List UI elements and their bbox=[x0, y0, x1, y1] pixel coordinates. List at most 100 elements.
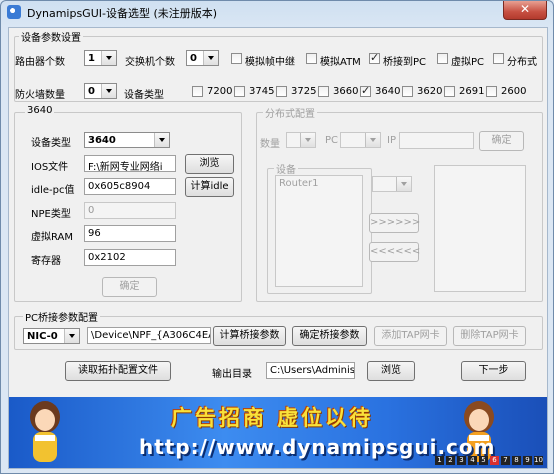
virtual-pc-checkbox[interactable] bbox=[437, 53, 448, 64]
dist-target-select[interactable] bbox=[372, 176, 412, 192]
banner-page-3[interactable]: 3 bbox=[457, 456, 466, 465]
read-topology-button[interactable]: 读取拓扑配置文件 bbox=[65, 361, 171, 381]
distributed-checkbox[interactable] bbox=[493, 53, 504, 64]
ad-banner[interactable]: 广告招商 虚位以待 http://www.dynamipsgui.com 123… bbox=[9, 397, 547, 468]
virtual-pc-label: 虚拟PC bbox=[451, 57, 485, 68]
ram-field[interactable]: 96 bbox=[84, 225, 176, 242]
chevron-down-icon bbox=[64, 329, 79, 343]
output-browse-button[interactable]: 浏览 bbox=[367, 361, 415, 381]
bridge-pc-checkbox[interactable] bbox=[369, 51, 380, 64]
banner-page-2[interactable]: 2 bbox=[446, 456, 455, 465]
device-model-select[interactable]: 3640 bbox=[84, 132, 170, 148]
chevron-down-icon bbox=[203, 51, 218, 65]
device-type-checkbox-3745[interactable] bbox=[234, 86, 245, 97]
dist-pc-label: PC bbox=[325, 135, 339, 146]
bridge-pc-label: 桥接到PC bbox=[383, 57, 427, 68]
chevron-down-icon bbox=[101, 84, 116, 98]
device-params-title: 设备参数设置 bbox=[19, 29, 83, 44]
banner-page-4[interactable]: 4 bbox=[468, 456, 477, 465]
device-model-value: 3640 bbox=[88, 135, 116, 146]
register-field[interactable]: 0x2102 bbox=[84, 249, 176, 266]
move-right-button[interactable]: >>>>>> bbox=[369, 213, 420, 233]
device-type-checkbox-3620[interactable] bbox=[402, 86, 413, 97]
banner-pager: 1 2 3 4 5 6 7 8 9 10 bbox=[435, 456, 543, 465]
chevron-down-icon bbox=[300, 133, 315, 147]
dist-count-label: 数量 bbox=[260, 139, 280, 150]
device-type-checkbox-3725[interactable] bbox=[276, 86, 287, 97]
ram-label: 虚拟RAM bbox=[31, 232, 74, 243]
switch-count-select[interactable]: 0 bbox=[186, 50, 219, 66]
npe-field[interactable]: 0 bbox=[84, 202, 176, 219]
switch-count-value: 0 bbox=[190, 53, 197, 64]
chevron-down-icon bbox=[365, 133, 380, 147]
atm-checkbox[interactable] bbox=[306, 53, 317, 64]
register-label: 寄存器 bbox=[31, 256, 61, 267]
panel-3640-ok-button[interactable]: 确定 bbox=[102, 277, 157, 297]
device-type-checkbox-3640[interactable] bbox=[360, 84, 371, 97]
nic-select[interactable]: NIC-0 bbox=[23, 328, 80, 344]
device-type-label-7200: 7200 bbox=[207, 86, 233, 97]
dist-ip-field[interactable] bbox=[399, 132, 474, 149]
banner-page-8[interactable]: 8 bbox=[512, 456, 521, 465]
dist-ok-button[interactable]: 确定 bbox=[479, 131, 524, 151]
switch-count-label: 交换机个数 bbox=[125, 57, 175, 68]
device-type-label-3745: 3745 bbox=[249, 86, 275, 97]
banner-page-9[interactable]: 9 bbox=[523, 456, 532, 465]
idlepc-field[interactable]: 0x605c8904 bbox=[84, 178, 176, 195]
left-girl-illustration bbox=[30, 401, 60, 462]
banner-page-10[interactable]: 10 bbox=[534, 456, 543, 465]
banner-page-6[interactable]: 6 bbox=[490, 456, 499, 465]
calc-bridge-button[interactable]: 计算桥接参数 bbox=[213, 326, 286, 346]
dist-count-select[interactable] bbox=[286, 132, 316, 148]
banner-page-5[interactable]: 5 bbox=[479, 456, 488, 465]
device-type-label: 设备类型 bbox=[124, 90, 164, 101]
dist-pc-select[interactable] bbox=[340, 132, 381, 148]
device-type-checkbox-7200[interactable] bbox=[192, 86, 203, 97]
dist-ip-label: IP bbox=[387, 135, 396, 146]
nic-value: NIC-0 bbox=[27, 331, 58, 342]
banner-page-1[interactable]: 1 bbox=[435, 456, 444, 465]
ios-browse-button[interactable]: 浏览 bbox=[185, 154, 234, 174]
frame-relay-label: 模拟帧中继 bbox=[245, 57, 295, 68]
chevron-down-icon bbox=[396, 177, 411, 191]
device-listbox[interactable]: Router1 bbox=[275, 175, 363, 287]
ios-field[interactable]: F:\新网专业网络i bbox=[84, 155, 176, 172]
title-bar: DynamipsGUI-设备选型 (未注册版本) ✕ bbox=[1, 1, 553, 25]
router-count-select[interactable]: 1 bbox=[84, 50, 117, 66]
device-list-item[interactable]: Router1 bbox=[279, 178, 319, 189]
calc-idle-button[interactable]: 计算idle bbox=[185, 177, 234, 197]
chevron-down-icon bbox=[154, 133, 169, 147]
app-icon bbox=[7, 5, 21, 19]
distributed-title: 分布式配置 bbox=[263, 105, 317, 120]
device-type-label-3640: 3640 bbox=[375, 86, 401, 97]
move-left-button[interactable]: <<<<<< bbox=[369, 242, 420, 262]
firewall-count-select[interactable]: 0 bbox=[84, 83, 117, 99]
delete-tap-button[interactable]: 删除TAP网卡 bbox=[453, 326, 526, 346]
next-button[interactable]: 下一步 bbox=[461, 361, 526, 381]
output-dir-field[interactable]: C:\Users\Administ bbox=[266, 362, 355, 379]
device-type-checkbox-2600[interactable] bbox=[486, 86, 497, 97]
device-type-label-3660: 3660 bbox=[333, 86, 359, 97]
device-type-checkbox-3660[interactable] bbox=[318, 86, 329, 97]
distributed-label: 分布式 bbox=[507, 57, 537, 68]
banner-page-7[interactable]: 7 bbox=[501, 456, 510, 465]
close-button[interactable]: ✕ bbox=[503, 1, 547, 20]
window-title: DynamipsGUI-设备选型 (未注册版本) bbox=[27, 7, 218, 20]
confirm-bridge-button[interactable]: 确定桥接参数 bbox=[292, 326, 367, 346]
idlepc-label: idle-pc值 bbox=[31, 185, 75, 196]
frame-relay-checkbox[interactable] bbox=[231, 53, 242, 64]
device-model-label: 设备类型 bbox=[31, 138, 71, 149]
firewall-count-value: 0 bbox=[88, 86, 95, 97]
panel-3640-title: 3640 bbox=[25, 105, 55, 116]
device-type-label-3725: 3725 bbox=[291, 86, 317, 97]
target-listbox[interactable] bbox=[434, 165, 526, 292]
atm-label: 模拟ATM bbox=[320, 57, 361, 68]
add-tap-button[interactable]: 添加TAP网卡 bbox=[374, 326, 447, 346]
chevron-down-icon bbox=[101, 51, 116, 65]
device-path-field[interactable]: \Device\NPF_{A306C4EA- bbox=[87, 327, 211, 344]
banner-headline: 广告招商 虚位以待 bbox=[171, 406, 374, 430]
device-type-checkbox-2691[interactable] bbox=[444, 86, 455, 97]
device-type-label-2691: 2691 bbox=[459, 86, 485, 97]
router-count-label: 路由器个数 bbox=[15, 57, 65, 68]
router-count-value: 1 bbox=[88, 53, 95, 64]
